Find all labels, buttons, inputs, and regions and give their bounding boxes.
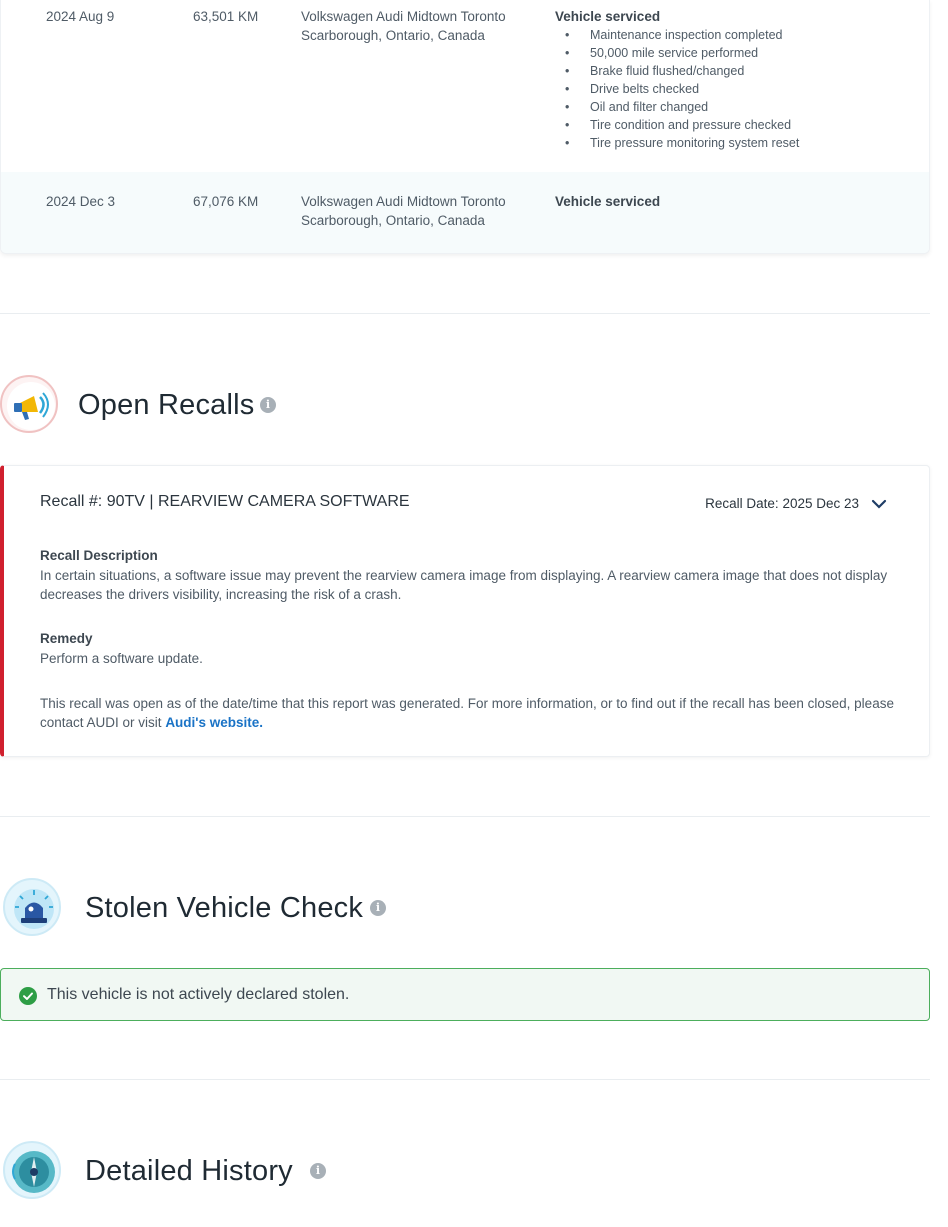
list-item: Drive belts checked [555, 80, 915, 98]
info-icon[interactable]: i [310, 1163, 326, 1179]
stolen-status-text: This vehicle is not actively declared st… [47, 986, 350, 1003]
table-row: 2024 Dec 3 67,076 KM Volkswagen Audi Mid… [1, 172, 929, 253]
service-items-list: Maintenance inspection completed 50,000 … [555, 26, 915, 152]
section-divider [0, 1079, 930, 1080]
service-odometer: 63,501 KM [193, 9, 259, 24]
recall-card: Recall #: 90TV | REARVIEW CAMERA SOFTWAR… [0, 465, 930, 757]
location-name: Volkswagen Audi Midtown Toronto [301, 9, 506, 24]
info-icon[interactable]: i [260, 397, 276, 413]
list-item: Tire condition and pressure checked [555, 116, 915, 134]
check-circle-icon [19, 987, 37, 1005]
service-odometer: 67,076 KM [193, 194, 259, 209]
info-icon[interactable]: i [370, 900, 386, 916]
section-title-stolen-vehicle-check: Stolen Vehicle Check [85, 892, 364, 924]
list-item: Oil and filter changed [555, 98, 915, 116]
recall-description: In certain situations, a software issue … [40, 568, 888, 602]
service-location: Volkswagen Audi Midtown Toronto Scarboro… [301, 192, 541, 230]
table-row: 2024 Aug 9 63,501 KM Volkswagen Audi Mid… [1, 0, 929, 172]
compass-icon [3, 1141, 61, 1199]
service-details: Vehicle serviced Maintenance inspection … [555, 7, 915, 152]
location-name: Volkswagen Audi Midtown Toronto [301, 194, 506, 209]
section-divider [0, 816, 930, 817]
remedy-label: Remedy [40, 631, 93, 646]
section-title-open-recalls: Open Recalls [78, 389, 255, 421]
service-history-card: 2024 Aug 9 63,501 KM Volkswagen Audi Mid… [0, 0, 930, 254]
recall-date: Recall Date: 2025 Dec 23 [705, 496, 859, 511]
list-item: Brake fluid flushed/changed [555, 62, 915, 80]
service-date: 2024 Aug 9 [46, 9, 115, 24]
recall-description-label: Recall Description [40, 548, 158, 563]
service-detail-title: Vehicle serviced [555, 9, 661, 24]
recall-heading: Recall #: 90TV | REARVIEW CAMERA SOFTWAR… [40, 493, 410, 510]
siren-icon [3, 878, 61, 936]
remedy-text: Perform a software update. [40, 651, 203, 666]
section-title-detailed-history: Detailed History [85, 1155, 293, 1187]
megaphone-icon [0, 375, 58, 433]
stolen-status-banner: This vehicle is not actively declared st… [0, 968, 930, 1021]
location-city: Scarborough, Ontario, Canada [301, 28, 485, 43]
service-detail-title: Vehicle serviced [555, 194, 661, 209]
list-item: Tire pressure monitoring system reset [555, 134, 915, 152]
list-item: Maintenance inspection completed [555, 26, 915, 44]
list-item: 50,000 mile service performed [555, 44, 915, 62]
audi-website-link[interactable]: Audi's website. [165, 715, 263, 730]
section-divider [0, 313, 930, 314]
chevron-down-icon[interactable] [871, 496, 887, 512]
service-details: Vehicle serviced [555, 192, 915, 211]
recall-notice: This recall was open as of the date/time… [40, 694, 900, 732]
location-city: Scarborough, Ontario, Canada [301, 213, 485, 228]
service-location: Volkswagen Audi Midtown Toronto Scarboro… [301, 7, 541, 45]
service-date: 2024 Dec 3 [46, 194, 116, 209]
